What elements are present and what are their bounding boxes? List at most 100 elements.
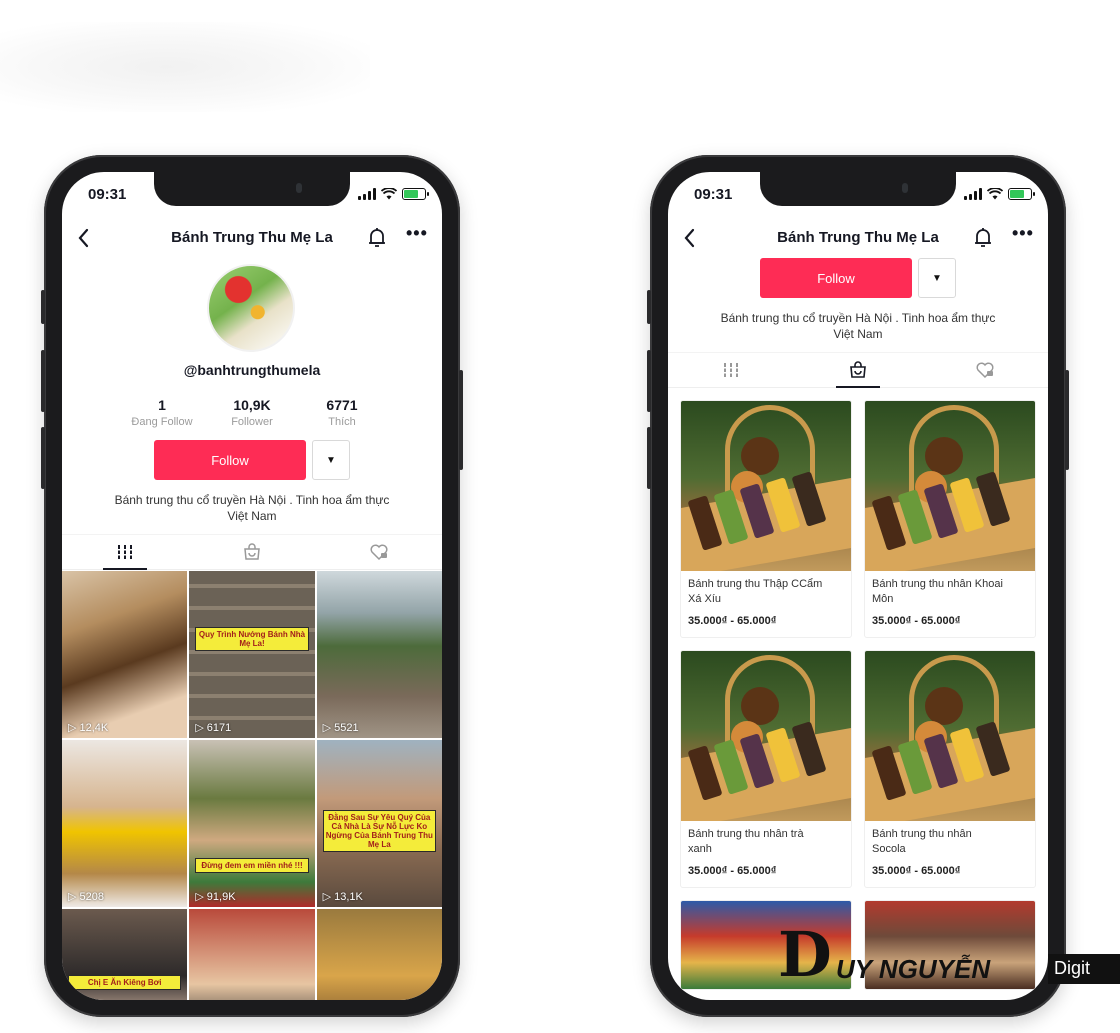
video-thumbnail[interactable]: ▷ 5521 [316,571,442,738]
profile-stats: 1 Đang Follow 10,9K Follower 6771 Thích [122,397,382,428]
play-icon: ▷ [195,891,204,903]
video-thumbnail[interactable]: ▷ 12,4K [62,571,188,738]
volume-up-button [647,350,651,412]
play-icon: ▷ [195,722,204,734]
follow-button[interactable]: Follow [154,440,306,480]
video-thumbnail[interactable]: ▷ 5208 [62,740,188,907]
video-thumbnail[interactable] [316,909,442,1000]
wifi-icon [381,188,397,200]
product-name-line: xanh [688,843,712,855]
tab-shop[interactable] [189,535,316,569]
power-button [1065,370,1069,470]
follow-button[interactable]: Follow [760,258,912,298]
view-count: ▷ 5208 [68,890,104,904]
battery-icon [1008,188,1035,200]
video-thumbnail[interactable]: Chị E Ăn Kiêng Bơi [62,909,188,1000]
volume-down-button [647,427,651,489]
status-time: 09:31 [694,186,733,203]
tab-videos[interactable] [668,353,795,387]
product-list: Bánh trung thu Thập CCẩm Xá Xíu 35.000₫ -… [680,400,1036,990]
volume-down-button [41,427,45,489]
tab-shop[interactable] [795,353,922,388]
stat-following[interactable]: 1 Đang Follow [122,397,202,428]
bio-line: Bánh trung thu cổ truyền Hà Nội . Tinh h… [720,311,996,325]
bell-icon[interactable] [366,226,388,250]
video-caption: Quy Trình Nướng Bánh Nhà Mẹ La! [195,627,309,651]
product-card[interactable]: Bánh trung thu nhân Khoai Môn 35.000₫ - 6… [864,400,1036,638]
view-count: ▷ 91,9K [195,890,236,904]
product-card[interactable]: Bánh trung thu nhân trà xanh 35.000₫ - 65… [680,650,852,888]
status-time: 09:31 [88,186,127,203]
more-options-icon[interactable]: ••• [406,224,428,248]
tab-liked[interactable] [315,535,442,569]
video-thumbnail[interactable] [189,909,315,1000]
product-card[interactable]: Bánh trung thu nhân Socola 35.000₫ - 65.0… [864,650,1036,888]
view-count: ▷ 12,4K [68,721,109,735]
more-options-icon[interactable]: ••• [1012,224,1034,248]
product-price: 35.000₫ - 65.000₫ [688,615,777,627]
profile-bio: Bánh trung thu cổ truyền Hà Nội . Tinh h… [698,310,1018,342]
product-price: 35.000₫ - 65.000₫ [872,615,961,627]
product-name-line: Môn [872,593,894,605]
mute-switch [647,290,651,324]
play-icon: ▷ [68,722,77,734]
video-thumbnail[interactable]: Quy Trình Nướng Bánh Nhà Mẹ La! ▷ 6171 [189,571,315,738]
bio-line: Bánh trung thu cổ truyền Hà Nội . Tinh h… [114,493,390,507]
tab-liked[interactable] [921,353,1048,387]
product-card[interactable]: Bánh trung thu Thập CCẩm Xá Xíu 35.000₫ -… [680,400,852,638]
profile-navbar: Bánh Trung Thu Mẹ La ••• [668,222,1048,258]
product-name-line: Socola [872,843,906,855]
wifi-icon [987,188,1003,200]
grid-icon [117,545,134,559]
view-count-value: 91,9K [206,890,236,903]
video-grid: ▷ 12,4K Quy Trình Nướng Bánh Nhà Mẹ La! ▷… [62,571,442,1000]
view-count-value: 12,4K [79,721,109,734]
notch [760,172,956,206]
view-count-value: 5521 [334,721,359,734]
product-name-line: Bánh trung thu nhân trà [688,828,804,840]
stat-label: Thích [328,416,356,428]
product-name: Bánh trung thu nhân Khoai Môn [865,571,1035,611]
product-name-line: Bánh trung thu nhân [872,828,972,840]
mute-switch [41,290,45,324]
phone-profile-shop: 09:31 Bánh Trung Thu Mẹ La ••• Follow ▼ … [647,155,1069,1017]
power-button [459,370,463,470]
suggested-accounts-button[interactable]: ▼ [312,440,350,480]
phone-screen: 09:31 Bánh Trung Thu Mẹ La ••• Follow ▼ … [668,172,1048,1000]
video-thumbnail[interactable]: Đừng đem em miền nhé !!! ▷ 91,9K [189,740,315,907]
watermark-suffix: Digit [1048,954,1120,984]
shopping-bag-icon [244,543,260,560]
tab-videos[interactable] [62,535,189,570]
bio-line: Việt Nam [833,327,883,341]
view-count: ▷ 13,1K [323,890,363,904]
suggested-accounts-button[interactable]: ▼ [918,258,956,298]
video-thumbnail[interactable]: Đằng Sau Sự Yêu Quý Của Cả Nhà Là Sự Nỗ … [316,740,442,907]
video-caption: Đằng Sau Sự Yêu Quý Của Cả Nhà Là Sự Nỗ … [322,810,436,852]
product-name-line: Xá Xíu [688,593,722,605]
profile-tabs [668,352,1048,388]
product-price: 35.000₫ - 65.000₫ [872,865,961,877]
product-image [681,401,851,571]
battery-icon [402,188,429,200]
signal-icon [358,188,376,200]
product-name: Bánh trung thu Thập CCẩm Xá Xíu [681,571,851,611]
stat-label: Follower [231,416,273,428]
product-image [865,401,1035,571]
bell-icon[interactable] [972,226,994,250]
view-count: ▷ 5521 [323,721,359,735]
profile-bio: Bánh trung thu cổ truyền Hà Nội . Tinh h… [92,492,412,524]
phone-screen: 09:31 Bánh Trung Thu Mẹ La ••• @banhtrun… [62,172,442,1000]
watermark-letter: D [778,918,832,991]
stat-followers[interactable]: 10,9K Follower [212,397,292,428]
watermark-name: UY NGUYỄN [836,954,991,984]
notch [154,172,350,206]
follow-row: Follow ▼ [668,258,1048,298]
product-image [865,651,1035,821]
product-price: 35.000₫ - 65.000₫ [688,865,777,877]
stat-value: 10,9K [233,397,271,413]
bio-line: Việt Nam [227,509,277,523]
view-count-value: 6171 [206,721,232,734]
signal-icon [964,188,982,200]
blurred-header-area [0,22,370,112]
stat-likes[interactable]: 6771 Thích [302,397,382,428]
